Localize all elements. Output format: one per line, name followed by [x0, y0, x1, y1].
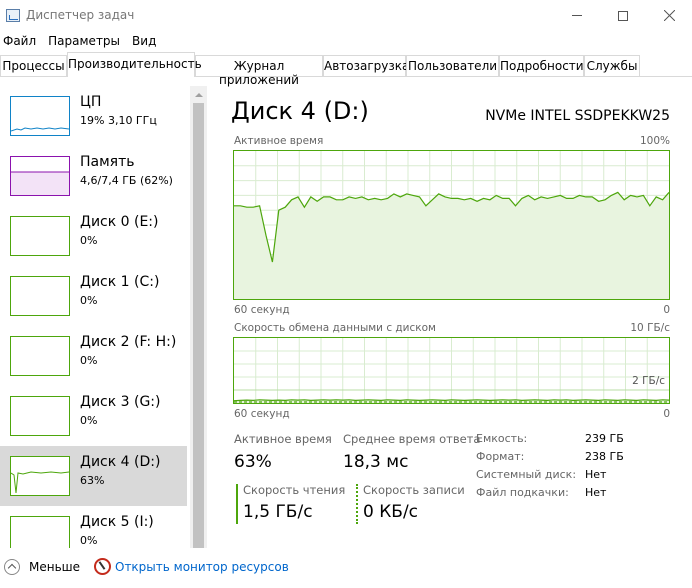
read-speed-marker	[236, 484, 238, 524]
resource-name: Диск 4 (D:)	[80, 454, 161, 470]
memory-thumb-fill	[11, 172, 69, 195]
resource-list: ЦП 19% 3,10 ГГц Память 4,6/7,4 ГБ (62%) …	[0, 86, 208, 548]
device-model: NVMe INTEL SSDPEKKW25	[485, 108, 670, 124]
graph1-time: 60 секунд	[234, 304, 290, 316]
system-disk-value: Нет	[585, 468, 607, 481]
task-manager-icon	[6, 9, 20, 22]
graph2-max: 10 ГБ/с	[630, 322, 670, 334]
fewer-details-button[interactable]: Меньше	[29, 560, 80, 574]
graph2-time: 60 секунд	[234, 408, 290, 420]
tab-app-history[interactable]: Журнал приложений	[195, 55, 323, 87]
resource-name: Диск 2 (F: H:)	[80, 334, 177, 350]
graph2-mid: 2 ГБ/с	[632, 375, 665, 387]
chevron-up-icon[interactable]	[4, 559, 20, 575]
tab-performance[interactable]: Производительность	[67, 52, 202, 77]
read-speed-label: Скорость чтения	[243, 483, 346, 497]
tab-services[interactable]: Службы	[584, 55, 640, 76]
resource-name: ЦП	[80, 94, 102, 110]
resource-value: 0%	[80, 414, 98, 427]
active-time-label: Активное время	[234, 432, 332, 446]
menu-file[interactable]: Файл	[0, 31, 39, 53]
title-bar: Диспетчер задач	[0, 0, 692, 31]
transfer-rate-graph: 2 ГБ/с	[233, 337, 670, 404]
resource-name: Память	[80, 154, 135, 170]
tab-startup[interactable]: Автозагрузка	[323, 55, 409, 76]
page-file-label: Файл подкачки:	[476, 486, 569, 499]
close-button[interactable]	[646, 0, 692, 31]
graph2-label: Скорость обмена данными с диском	[234, 322, 436, 334]
resource-value: 0%	[80, 294, 98, 307]
response-time-value: 18,3 мс	[343, 452, 409, 472]
menu-options[interactable]: Параметры	[45, 31, 123, 53]
response-time-label: Среднее время ответа	[343, 432, 481, 446]
minimize-icon	[572, 15, 582, 16]
maximize-button[interactable]	[600, 0, 646, 31]
capacity-value: 239 ГБ	[585, 432, 624, 445]
resource-item-disk5[interactable]: Диск 5 (I:) 0%	[0, 506, 187, 548]
page-file-value: Нет	[585, 486, 607, 499]
resource-item-disk2[interactable]: Диск 2 (F: H:) 0%	[0, 326, 187, 386]
capacity-label: Емкость:	[476, 432, 528, 445]
write-speed-label: Скорость записи	[363, 483, 465, 497]
resource-value: 0%	[80, 534, 98, 547]
write-speed-marker	[356, 484, 358, 524]
close-icon	[663, 10, 675, 21]
read-speed-value: 1,5 ГБ/с	[243, 502, 313, 522]
maximize-icon	[618, 10, 628, 21]
tab-details[interactable]: Подробности	[499, 55, 584, 76]
window-title: Диспетчер задач	[26, 8, 135, 22]
resource-item-cpu[interactable]: ЦП 19% 3,10 ГГц	[0, 86, 187, 146]
resource-value: 0%	[80, 354, 98, 367]
resource-item-memory[interactable]: Память 4,6/7,4 ГБ (62%)	[0, 146, 187, 206]
graph1-label: Активное время	[234, 135, 324, 147]
resource-item-disk3[interactable]: Диск 3 (G:) 0%	[0, 386, 187, 446]
resource-value: 19% 3,10 ГГц	[80, 114, 157, 127]
scroll-thumb[interactable]	[193, 103, 204, 548]
active-time-value: 63%	[234, 452, 272, 472]
tab-users[interactable]: Пользователи	[406, 55, 499, 76]
resource-item-disk4[interactable]: Диск 4 (D:) 63%	[0, 446, 187, 506]
resource-name: Диск 3 (G:)	[80, 394, 161, 410]
system-disk-label: Системный диск:	[476, 468, 577, 481]
graph1-min: 0	[663, 304, 670, 316]
disk5-thumbnail	[10, 516, 70, 548]
format-value: 238 ГБ	[585, 450, 624, 463]
resource-item-disk0[interactable]: Диск 0 (E:) 0%	[0, 206, 187, 266]
graph2-min: 0	[663, 408, 670, 420]
disk4-thumbnail	[10, 456, 70, 496]
resource-value: 0%	[80, 234, 98, 247]
page-title: Диск 4 (D:)	[231, 97, 369, 125]
cpu-thumb-line	[11, 127, 69, 132]
menu-view[interactable]: Вид	[129, 31, 159, 53]
arrow-up-icon	[194, 92, 203, 97]
write-speed-value: 0 КБ/с	[363, 502, 419, 522]
cpu-thumbnail	[10, 96, 70, 136]
tab-bar: Процессы Производительность Журнал прило…	[0, 52, 692, 87]
scroll-up-button[interactable]	[190, 86, 207, 103]
memory-thumbnail	[10, 156, 70, 196]
resource-value: 4,6/7,4 ГБ (62%)	[80, 174, 173, 187]
disk1-thumbnail	[10, 276, 70, 316]
resource-item-disk1[interactable]: Диск 1 (C:) 0%	[0, 266, 187, 326]
graph1-max: 100%	[639, 135, 670, 147]
resource-monitor-icon	[94, 558, 111, 575]
minimize-button[interactable]	[554, 0, 600, 31]
disk2-thumbnail	[10, 336, 70, 376]
sidebar-scrollbar[interactable]	[190, 86, 207, 548]
active-time-area	[234, 192, 669, 299]
resource-name: Диск 1 (C:)	[80, 274, 160, 290]
disk4-thumb-line	[11, 471, 69, 494]
resource-name: Диск 0 (E:)	[80, 214, 159, 230]
format-label: Формат:	[476, 450, 525, 463]
open-resource-monitor-link[interactable]: Открыть монитор ресурсов	[115, 560, 289, 574]
active-time-graph	[233, 150, 670, 300]
resource-value: 63%	[80, 474, 105, 487]
tab-processes[interactable]: Процессы	[0, 55, 67, 76]
disk0-thumbnail	[10, 216, 70, 256]
resource-name: Диск 5 (I:)	[80, 514, 154, 530]
disk3-thumbnail	[10, 396, 70, 436]
footer: Меньше Открыть монитор ресурсов	[0, 555, 692, 588]
menu-bar: Файл Параметры Вид	[0, 31, 692, 53]
